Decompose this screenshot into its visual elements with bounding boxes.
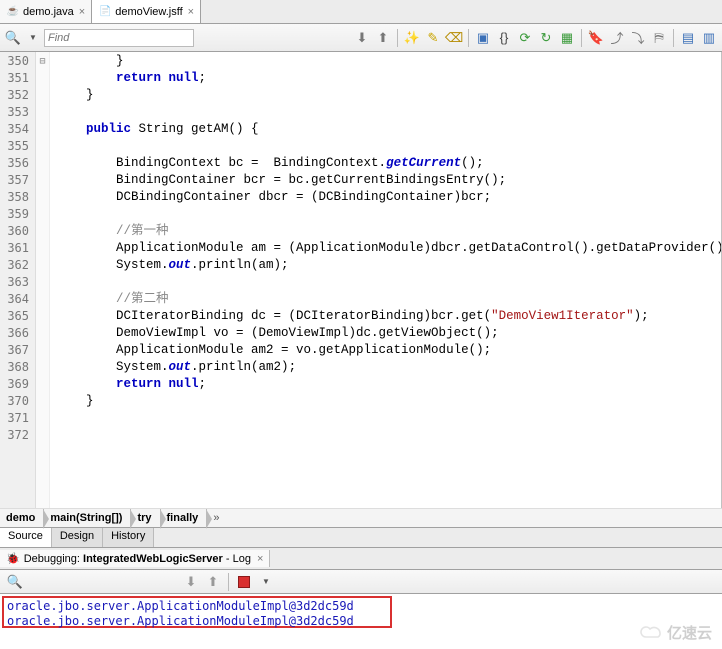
binoculars-icon[interactable]: 🔍 (6, 573, 24, 591)
breadcrumb-item[interactable]: main(String[]) (44, 509, 131, 527)
dropdown-arrow-icon[interactable]: ▼ (24, 29, 42, 47)
log-title-suffix: - Log (223, 553, 251, 565)
stop-button[interactable] (235, 573, 253, 591)
code-editor[interactable]: 3503513523533543553563573583593603613623… (0, 52, 722, 508)
tab-design[interactable]: Design (52, 528, 103, 547)
braces-icon[interactable]: {} (495, 29, 513, 47)
java-icon: ☕ (6, 5, 20, 19)
tab-history[interactable]: History (103, 528, 154, 547)
block-icon[interactable]: ▣ (474, 29, 492, 47)
wand-icon[interactable]: ✨ (403, 29, 421, 47)
log-panel-tabs: 🐞 Debugging: IntegratedWebLogicServer - … (0, 548, 722, 570)
arrow-up-icon[interactable]: ⬆ (374, 29, 392, 47)
tab-demoview-jsff[interactable]: 📄 demoView.jsff × (92, 0, 201, 23)
breadcrumb: demo main(String[]) try finally » (0, 508, 722, 528)
find-field: 🔍 ▼ (4, 29, 194, 47)
find-input[interactable] (44, 29, 194, 47)
log-title-prefix: Debugging: (24, 553, 83, 565)
lower-tabs: Source Design History (0, 528, 722, 548)
eraser-icon[interactable]: ⌫ (445, 29, 463, 47)
log-line: oracle.jbo.server.ApplicationModuleImpl@… (7, 599, 387, 614)
grid-icon[interactable]: ▤ (679, 29, 697, 47)
breadcrumb-item[interactable]: demo (0, 509, 44, 527)
line-gutter: 3503513523533543553563573583593603613623… (0, 52, 36, 508)
log-line: oracle.jbo.server.ApplicationModuleImpl@… (7, 614, 387, 629)
jsff-icon: 📄 (98, 5, 112, 19)
panel-icon[interactable]: ▥ (700, 29, 718, 47)
tab-label: demo.java (23, 6, 74, 18)
tab-label: demoView.jsff (115, 6, 182, 18)
tab-source[interactable]: Source (0, 528, 52, 547)
editor-toolbar: 🔍 ▼ ⬇ ⬆ ✨ ✎ ⌫ ▣ {} ⟳ ↻ ▦ 🔖 ⤴ ⤵ ⛿ ▤ ▥ (0, 24, 722, 52)
bookmark-prev-icon[interactable]: ⤴ (608, 29, 626, 47)
binoculars-icon[interactable]: 🔍 (4, 29, 22, 47)
close-icon[interactable]: × (79, 6, 85, 18)
breadcrumb-item[interactable]: finally (161, 509, 208, 527)
log-tab-debugging[interactable]: 🐞 Debugging: IntegratedWebLogicServer - … (0, 550, 270, 567)
arrow-up-icon[interactable]: ⬆ (204, 573, 222, 591)
editor-tabs: ☕ demo.java × 📄 demoView.jsff × (0, 0, 722, 24)
watermark: 亿速云 (640, 622, 712, 643)
reformat-icon[interactable]: ⟳ (516, 29, 534, 47)
close-icon[interactable]: × (188, 6, 194, 18)
refresh-icon[interactable]: ↻ (537, 29, 555, 47)
dropdown-arrow-icon[interactable]: ▼ (257, 573, 275, 591)
bug-icon: 🐞 (6, 552, 20, 565)
log-output[interactable]: oracle.jbo.server.ApplicationModuleImpl@… (2, 596, 392, 628)
arrow-down-icon[interactable]: ⬇ (182, 573, 200, 591)
bookmark-icon[interactable]: 🔖 (587, 29, 605, 47)
code-text[interactable]: } return null; } public String getAM() {… (50, 52, 721, 508)
log-toolbar: 🔍 ⬇ ⬆ ▼ (0, 570, 722, 594)
log-title-name: IntegratedWebLogicServer (83, 553, 223, 565)
close-icon[interactable]: × (257, 553, 263, 565)
fold-column[interactable]: ⊟ (36, 52, 50, 508)
bookmark-toggle-icon[interactable]: ⛿ (650, 29, 668, 47)
highlight-icon[interactable]: ✎ (424, 29, 442, 47)
arrow-down-icon[interactable]: ⬇ (353, 29, 371, 47)
tab-demo-java[interactable]: ☕ demo.java × (0, 0, 92, 23)
bookmark-next-icon[interactable]: ⤵ (629, 29, 647, 47)
validate-icon[interactable]: ▦ (558, 29, 576, 47)
